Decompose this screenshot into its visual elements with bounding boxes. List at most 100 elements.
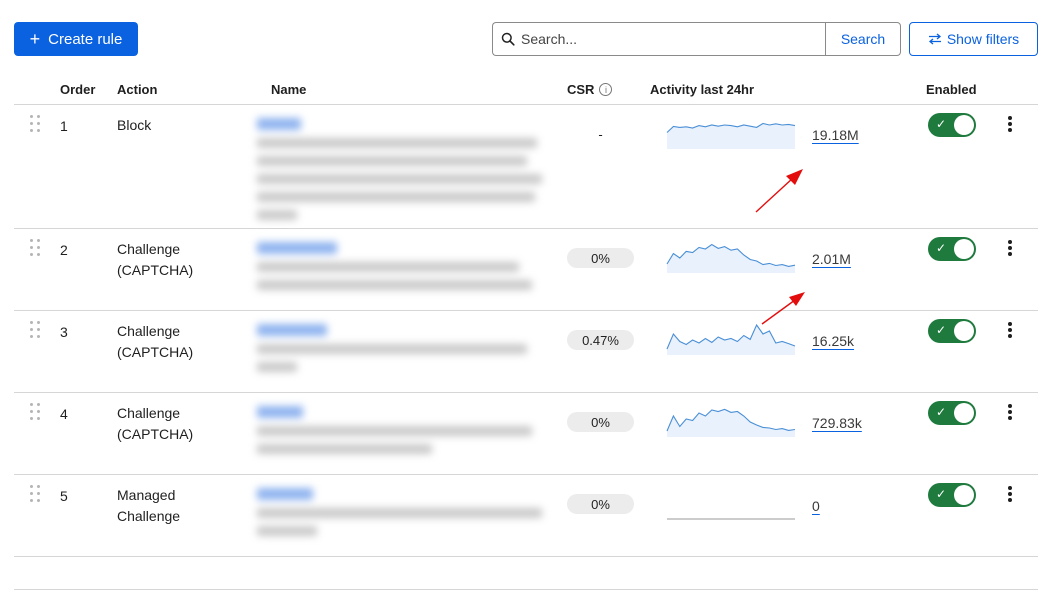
column-header-csr: CSR i (567, 82, 613, 97)
redacted-description-line (257, 138, 537, 148)
rule-action: Challenge (CAPTCHA) (117, 403, 193, 445)
enabled-toggle[interactable]: ✓ (928, 483, 976, 507)
column-header-order[interactable]: Order (60, 82, 95, 97)
rule-action-line: Challenge (117, 508, 181, 524)
rule-order: 4 (60, 406, 68, 422)
drag-handle-icon[interactable] (30, 115, 40, 137)
activity-sparkline[interactable] (666, 240, 796, 274)
rule-action-line: Challenge (117, 405, 181, 421)
table-footer-divider (14, 589, 1038, 590)
table-row[interactable]: 5 Managed Challenge 0% 0 ✓ (14, 475, 1038, 557)
redacted-description-line (257, 444, 432, 454)
rule-action: Challenge (CAPTCHA) (117, 239, 193, 281)
rule-action-line: (CAPTCHA) (117, 426, 194, 442)
column-header-action[interactable]: Action (117, 82, 157, 97)
enabled-toggle[interactable]: ✓ (928, 237, 976, 261)
rule-action-line: Managed (117, 487, 176, 503)
more-options-icon[interactable] (1002, 320, 1018, 342)
drag-handle-icon[interactable] (30, 321, 40, 343)
rule-action-line: (CAPTCHA) (117, 262, 194, 278)
rule-order: 5 (60, 488, 68, 504)
column-header-activity: Activity last 24hr (650, 82, 755, 97)
rule-action-line: (CAPTCHA) (117, 344, 194, 360)
toolbar: + Create rule Search Show filters (0, 0, 1053, 70)
toggle-knob (954, 115, 974, 135)
rule-name-redacted[interactable] (257, 115, 557, 228)
search-button[interactable]: Search (825, 22, 901, 56)
plus-icon: + (29, 29, 41, 49)
more-options-icon[interactable] (1002, 484, 1018, 506)
drag-handle-icon[interactable] (30, 239, 40, 261)
toggle-knob (954, 403, 974, 423)
table-row[interactable]: 4 Challenge (CAPTCHA) 0% 729.83k ✓ (14, 393, 1038, 475)
table-header: Order Action Name CSR i Activity last 24… (14, 78, 1038, 105)
column-header-csr-label: CSR (567, 82, 595, 97)
rule-order: 2 (60, 242, 68, 258)
csr-badge: 0% (567, 248, 634, 268)
drag-handle-icon[interactable] (30, 485, 40, 507)
drag-handle-icon[interactable] (30, 403, 40, 425)
enabled-toggle[interactable]: ✓ (928, 113, 976, 137)
rule-order: 1 (60, 118, 68, 134)
rule-name-redacted[interactable] (257, 239, 557, 298)
activity-count-link[interactable]: 16.25k (812, 333, 854, 349)
table-row[interactable]: 1 Block - 19.18M ✓ (14, 105, 1038, 229)
activity-count-link[interactable]: 0 (812, 498, 820, 514)
redacted-description-line (257, 156, 527, 166)
create-rule-label: Create rule (48, 30, 123, 48)
activity-count-link[interactable]: 19.18M (812, 127, 859, 143)
check-icon: ✓ (936, 323, 947, 337)
activity-area (667, 325, 795, 355)
search-box (492, 22, 826, 56)
activity-sparkline[interactable] (666, 486, 796, 520)
redacted-name-link[interactable] (257, 324, 327, 336)
check-icon: ✓ (936, 405, 947, 419)
create-rule-button[interactable]: + Create rule (14, 22, 138, 56)
rule-action: Challenge (CAPTCHA) (117, 321, 193, 363)
redacted-description-line (257, 426, 532, 436)
activity-count-link[interactable]: 2.01M (812, 251, 851, 267)
table-row[interactable]: 2 Challenge (CAPTCHA) 0% 2.01M ✓ (14, 229, 1038, 311)
redacted-name-link[interactable] (257, 406, 303, 418)
redacted-description-line (257, 262, 519, 272)
activity-sparkline[interactable] (666, 404, 796, 438)
redacted-description-line (257, 526, 317, 536)
enabled-toggle[interactable]: ✓ (928, 319, 976, 343)
rule-action: Managed Challenge (117, 485, 180, 527)
redacted-description-line (257, 508, 542, 518)
redacted-name-link[interactable] (257, 118, 301, 130)
table-row[interactable]: 3 Challenge (CAPTCHA) 0.47% 16.25k ✓ (14, 311, 1038, 393)
info-icon[interactable]: i (599, 83, 613, 96)
redacted-description-line (257, 174, 542, 184)
column-header-name[interactable]: Name (271, 82, 306, 97)
toggle-knob (954, 485, 974, 505)
enabled-toggle[interactable]: ✓ (928, 401, 976, 425)
rule-order: 3 (60, 324, 68, 340)
more-options-icon[interactable] (1002, 402, 1018, 424)
activity-sparkline[interactable] (666, 322, 796, 356)
activity-sparkline[interactable] (666, 116, 796, 150)
activity-count-link[interactable]: 729.83k (812, 415, 862, 431)
rule-action: Block (117, 115, 151, 136)
redacted-description-line (257, 192, 535, 202)
csr-badge: 0% (567, 494, 634, 514)
check-icon: ✓ (936, 117, 947, 131)
redacted-description-line (257, 280, 532, 290)
rule-action-line: Challenge (117, 241, 181, 257)
show-filters-button[interactable]: Show filters (909, 22, 1038, 56)
rule-name-redacted[interactable] (257, 321, 557, 380)
redacted-name-link[interactable] (257, 242, 337, 254)
search-input[interactable] (521, 31, 811, 47)
search-icon (501, 32, 515, 46)
rule-name-redacted[interactable] (257, 485, 557, 544)
swap-arrows-icon (928, 33, 941, 45)
activity-area (667, 409, 795, 437)
redacted-description-line (257, 210, 297, 220)
more-options-icon[interactable] (1002, 238, 1018, 260)
redacted-name-link[interactable] (257, 488, 313, 500)
csr-badge: - (598, 126, 603, 142)
more-options-icon[interactable] (1002, 114, 1018, 136)
rule-name-redacted[interactable] (257, 403, 557, 462)
csr-badge: 0.47% (567, 330, 634, 350)
activity-area (667, 244, 795, 273)
